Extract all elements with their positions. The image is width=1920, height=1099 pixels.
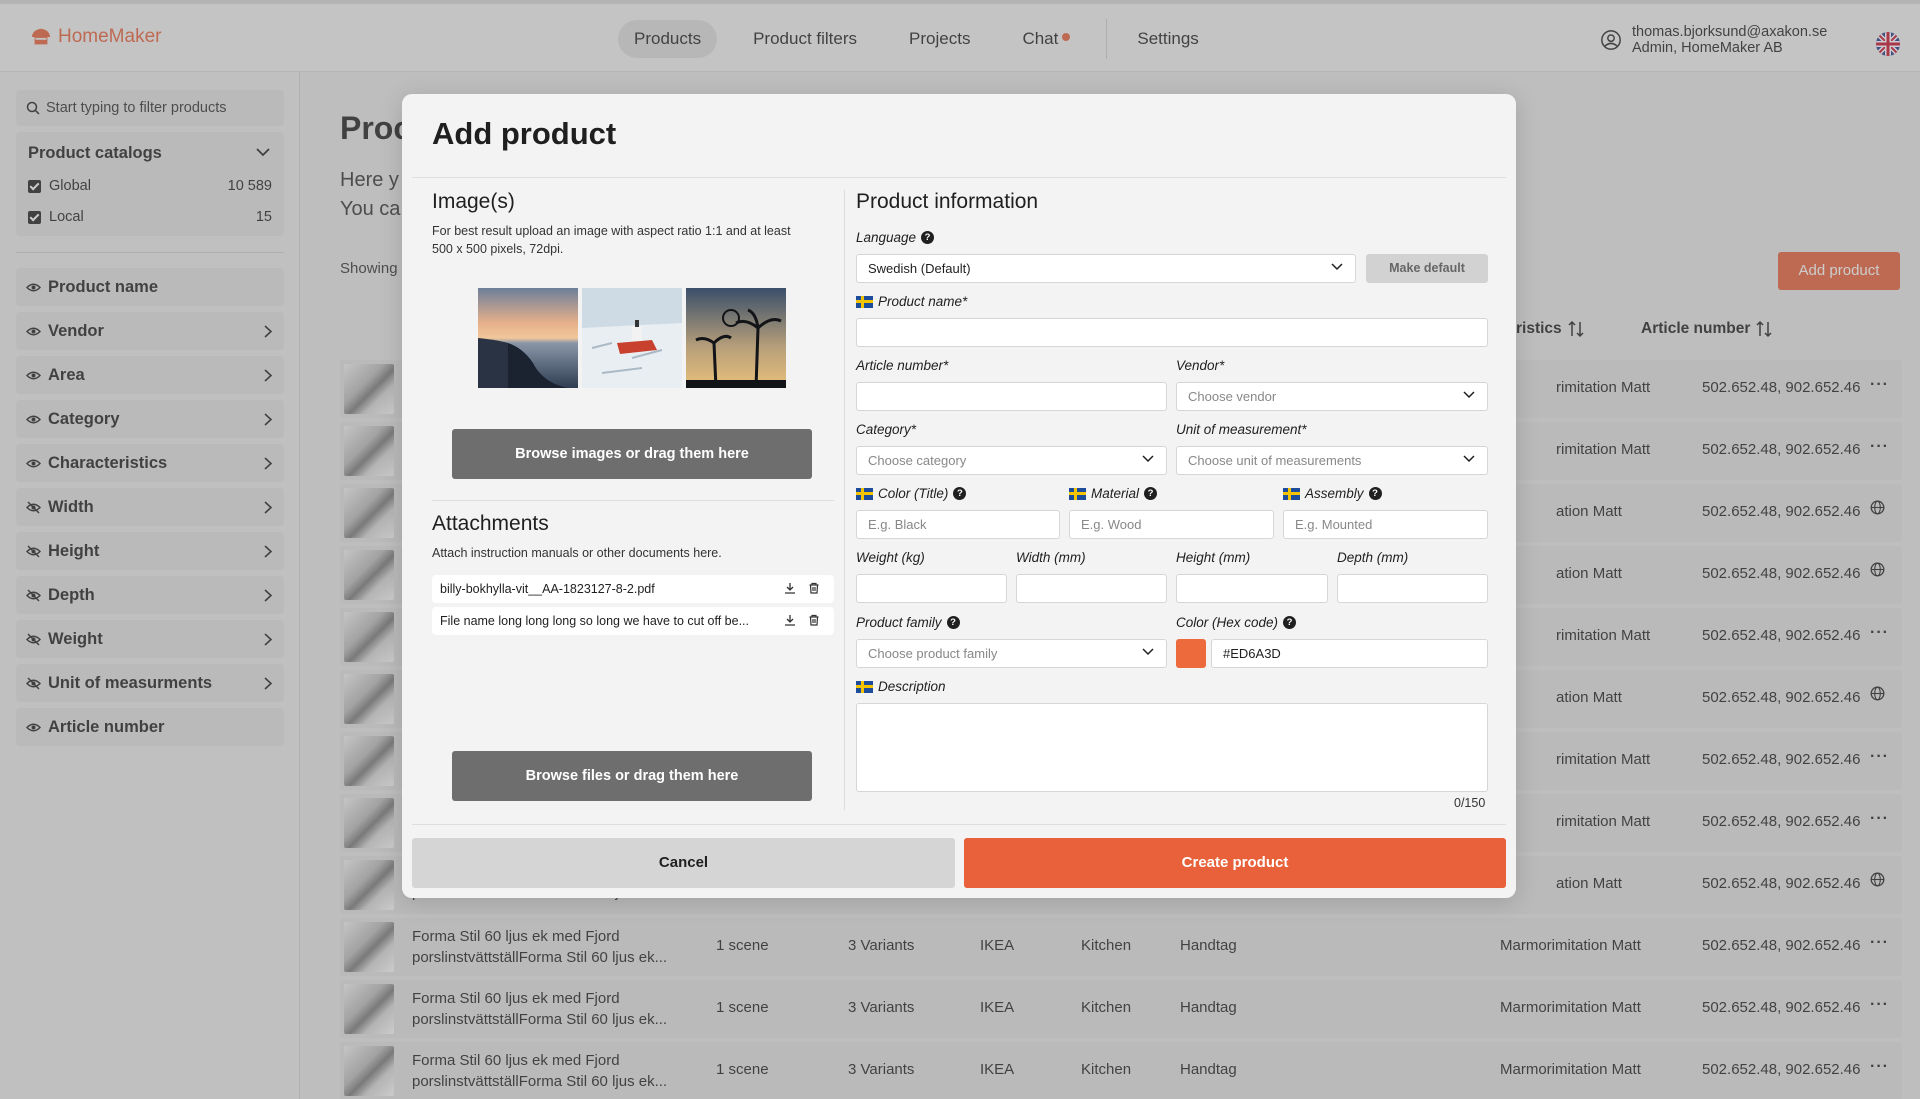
images-help-line2: 500 x 500 pixels, 72dpi. <box>432 242 564 256</box>
depth-input[interactable] <box>1337 574 1488 603</box>
weight-label: Weight (kg) <box>856 550 925 565</box>
weight-input[interactable] <box>856 574 1007 603</box>
height-input[interactable] <box>1176 574 1328 603</box>
attachment-item: File name long long long so long we have… <box>432 607 834 635</box>
chevron-down-icon <box>1463 391 1475 399</box>
images-section-title: Image(s) <box>432 190 515 213</box>
unit-placeholder: Choose unit of measurements <box>1188 453 1362 468</box>
create-product-button[interactable]: Create product <box>964 838 1506 888</box>
language-label: Language? <box>856 230 935 245</box>
images-help-text: For best result upload an image with asp… <box>432 222 791 258</box>
product-name-input[interactable] <box>856 318 1488 347</box>
attachment-item: billy-bokhylla-vit__AA-1823127-8-2.pdf <box>432 575 834 603</box>
image-thumbnail-palms[interactable] <box>686 288 786 388</box>
material-input[interactable]: E.g. Wood <box>1069 510 1274 539</box>
color-title-label-text: Color (Title) <box>878 486 949 501</box>
image-thumbnail-coast[interactable] <box>478 288 578 388</box>
category-select[interactable]: Choose category <box>856 446 1167 475</box>
attachment-name: billy-bokhylla-vit__AA-1823127-8-2.pdf <box>440 582 655 596</box>
product-family-label-text: Product family <box>856 615 942 630</box>
download-icon[interactable] <box>778 614 802 629</box>
article-number-input[interactable] <box>856 382 1167 411</box>
attachment-name: File name long long long so long we have… <box>440 614 749 628</box>
color-title-input[interactable]: E.g. Black <box>856 510 1060 539</box>
color-swatch[interactable] <box>1176 639 1206 668</box>
chevron-down-icon <box>1463 455 1475 463</box>
chevron-down-icon <box>1142 455 1154 463</box>
modal-divider <box>412 177 1506 178</box>
chevron-down-icon <box>1331 263 1343 271</box>
material-label: Material? <box>1069 486 1158 501</box>
language-value: Swedish (Default) <box>868 261 971 276</box>
article-number-label: Article number* <box>856 358 949 373</box>
images-help-line1: For best result upload an image with asp… <box>432 224 791 238</box>
color-title-label: Color (Title)? <box>856 486 967 501</box>
description-textarea[interactable] <box>856 703 1488 792</box>
swedish-flag-icon <box>856 680 873 693</box>
category-label: Category* <box>856 422 917 437</box>
add-product-modal: Add product Image(s) For best result upl… <box>402 94 1516 898</box>
hex-color-input[interactable]: #ED6A3D <box>1211 639 1488 668</box>
unit-label: Unit of measurement* <box>1176 422 1307 437</box>
download-icon[interactable] <box>778 582 802 597</box>
material-label-text: Material <box>1091 486 1140 501</box>
column-divider <box>844 190 845 810</box>
assembly-label: Assembly? <box>1283 486 1382 501</box>
attachments-help-text: Attach instruction manuals or other docu… <box>432 546 722 560</box>
help-icon[interactable]: ? <box>953 487 967 500</box>
character-counter: 0/150 <box>1454 796 1486 810</box>
chevron-down-icon <box>1142 648 1154 656</box>
browse-images-button[interactable]: Browse images or drag them here <box>452 429 812 479</box>
make-default-button[interactable]: Make default <box>1366 254 1488 283</box>
swedish-flag-icon <box>856 295 873 308</box>
help-icon[interactable]: ? <box>1283 616 1297 629</box>
width-input[interactable] <box>1016 574 1167 603</box>
vendor-label: Vendor* <box>1176 358 1225 373</box>
vendor-select[interactable]: Choose vendor <box>1176 382 1488 411</box>
help-icon[interactable]: ? <box>921 231 935 244</box>
vendor-placeholder: Choose vendor <box>1188 389 1277 404</box>
modal-title: Add product <box>432 116 617 151</box>
product-name-label-text: Product name* <box>878 294 968 309</box>
assembly-label-text: Assembly <box>1305 486 1364 501</box>
swedish-flag-icon <box>1069 487 1086 500</box>
swedish-flag-icon <box>1283 487 1300 500</box>
browse-files-button[interactable]: Browse files or drag them here <box>452 751 812 801</box>
product-family-select[interactable]: Choose product family <box>856 639 1167 668</box>
width-label: Width (mm) <box>1016 550 1086 565</box>
swedish-flag-icon <box>856 487 873 500</box>
material-placeholder: E.g. Wood <box>1081 517 1142 532</box>
attachments-section-title: Attachments <box>432 512 549 535</box>
height-label: Height (mm) <box>1176 550 1251 565</box>
hex-value: #ED6A3D <box>1223 646 1281 661</box>
trash-icon[interactable] <box>802 582 826 597</box>
product-name-label: Product name* <box>856 294 967 309</box>
language-select[interactable]: Swedish (Default) <box>856 254 1356 283</box>
depth-label: Depth (mm) <box>1337 550 1409 565</box>
assembly-input[interactable]: E.g. Mounted <box>1283 510 1488 539</box>
cancel-button[interactable]: Cancel <box>412 838 955 888</box>
help-icon[interactable]: ? <box>1144 487 1158 500</box>
trash-icon[interactable] <box>802 614 826 629</box>
language-label-text: Language <box>856 230 917 245</box>
assembly-placeholder: E.g. Mounted <box>1295 517 1373 532</box>
unit-select[interactable]: Choose unit of measurements <box>1176 446 1488 475</box>
hex-color-label: Color (Hex code)? <box>1176 615 1297 630</box>
help-icon[interactable]: ? <box>1368 487 1382 500</box>
category-placeholder: Choose category <box>868 453 967 468</box>
description-label: Description <box>856 679 946 694</box>
description-label-text: Description <box>878 679 946 694</box>
product-info-title: Product information <box>856 190 1039 213</box>
hex-color-label-text: Color (Hex code) <box>1176 615 1279 630</box>
section-divider <box>432 500 834 501</box>
color-placeholder: E.g. Black <box>868 517 927 532</box>
family-placeholder: Choose product family <box>868 646 998 661</box>
product-family-label: Product family? <box>856 615 960 630</box>
help-icon[interactable]: ? <box>946 616 960 629</box>
modal-footer-divider <box>412 824 1506 825</box>
image-thumbnail-icebreaker[interactable] <box>582 288 682 388</box>
